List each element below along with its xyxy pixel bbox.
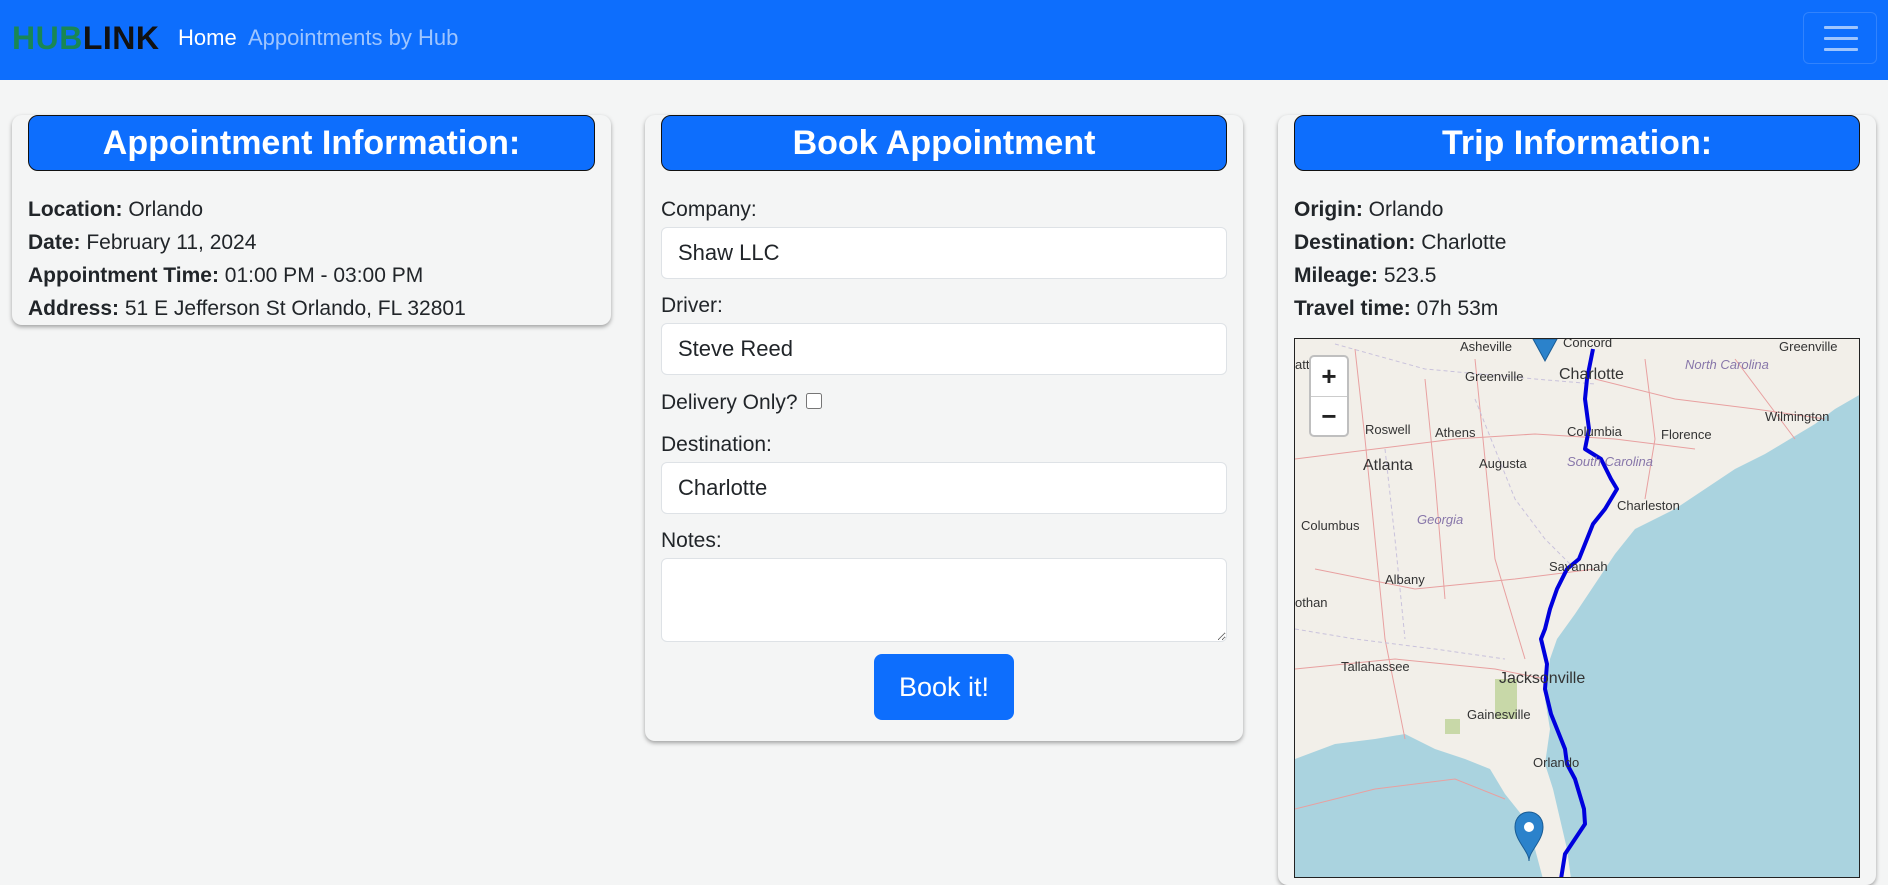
label-south-carolina: South Carolina xyxy=(1567,454,1653,469)
label-charlotte: Charlotte xyxy=(1559,366,1624,383)
label-greenville-nc: Greenville xyxy=(1779,339,1838,354)
notes-textarea[interactable] xyxy=(661,558,1227,642)
trip-destination: Destination: Charlotte xyxy=(1294,231,1506,255)
label-albany: Albany xyxy=(1385,572,1425,587)
trip-origin: Origin: Orlando xyxy=(1294,198,1443,222)
notes-label: Notes: xyxy=(661,529,722,552)
appointment-address: Address: 51 E Jefferson St Orlando, FL 3… xyxy=(28,297,466,321)
label-jacksonville: Jacksonville xyxy=(1499,670,1585,687)
company-input[interactable] xyxy=(661,227,1227,279)
appointment-date: Date: February 11, 2024 xyxy=(28,231,256,255)
brand-link: LINK xyxy=(82,20,160,56)
route-map[interactable]: Asheville Concord Greenville Greenville … xyxy=(1294,338,1860,878)
address-value: 51 E Jefferson St Orlando, FL 32801 xyxy=(124,297,466,320)
label-augusta: Augusta xyxy=(1479,456,1527,471)
book-it-button[interactable]: Book it! xyxy=(874,654,1014,720)
label-georgia: Georgia xyxy=(1417,512,1463,527)
label-gainesville: Gainesville xyxy=(1467,707,1531,722)
label-orlando: Orlando xyxy=(1533,755,1579,770)
navbar-toggler-button[interactable] xyxy=(1803,12,1877,64)
navbar: HUBLINK Home Appointments by Hub xyxy=(0,0,1888,80)
label-dothan: othan xyxy=(1295,595,1328,610)
date-label: Date: xyxy=(28,231,81,254)
time-label: Appointment Time: xyxy=(28,264,219,287)
location-label: Location: xyxy=(28,198,123,221)
forest-area-small xyxy=(1445,719,1460,734)
origin-value: Orlando xyxy=(1368,198,1444,221)
label-athens: Athens xyxy=(1435,425,1476,440)
zoom-out-button[interactable]: − xyxy=(1311,397,1347,436)
delivery-only-label: Delivery Only? xyxy=(661,391,798,414)
address-label: Address: xyxy=(28,297,120,320)
destination-input[interactable] xyxy=(661,462,1227,514)
label-charleston: Charleston xyxy=(1617,498,1680,513)
appointment-info-card: Appointment Information: Location: Orlan… xyxy=(12,115,611,325)
nav-home-link[interactable]: Home xyxy=(178,25,237,51)
driver-label: Driver: xyxy=(661,294,723,317)
label-roswell: Roswell xyxy=(1365,422,1411,437)
book-appointment-card: Book Appointment Company: Driver: Delive… xyxy=(645,115,1243,741)
trip-info-title: Trip Information: xyxy=(1294,115,1860,171)
mileage-label: Mileage: xyxy=(1294,264,1379,287)
trip-destination-label: Destination: xyxy=(1294,231,1416,254)
company-label: Company: xyxy=(661,198,757,221)
trip-destination-value: Charlotte xyxy=(1421,231,1507,254)
location-value: Orlando xyxy=(128,198,204,221)
label-greenville-sc: Greenville xyxy=(1465,369,1524,384)
brand-hub: HUB xyxy=(12,20,83,56)
destination-label: Destination: xyxy=(661,433,772,456)
label-concord: Concord xyxy=(1563,339,1612,350)
delivery-only-checkbox[interactable] xyxy=(806,393,822,409)
label-columbia: Columbia xyxy=(1567,424,1623,439)
label-atlanta: Atlanta xyxy=(1363,457,1413,474)
trip-info-card: Trip Information: Origin: Orlando Destin… xyxy=(1278,115,1876,885)
travel-time-value: 07h 53m xyxy=(1416,297,1499,320)
appointment-time: Appointment Time: 01:00 PM - 03:00 PM xyxy=(28,264,423,288)
origin-label: Origin: xyxy=(1294,198,1363,221)
label-florence: Florence xyxy=(1661,427,1712,442)
mileage-value: 523.5 xyxy=(1383,264,1437,287)
map-zoom-controls: + − xyxy=(1309,355,1349,437)
trip-mileage: Mileage: 523.5 xyxy=(1294,264,1436,288)
zoom-in-button[interactable]: + xyxy=(1311,357,1347,397)
book-appointment-title: Book Appointment xyxy=(661,115,1227,171)
appointment-location: Location: Orlando xyxy=(28,198,203,222)
brand-logo[interactable]: HUBLINK xyxy=(12,20,159,57)
label-columbus: Columbus xyxy=(1301,518,1360,533)
label-asheville: Asheville xyxy=(1460,339,1512,354)
date-value: February 11, 2024 xyxy=(86,231,257,254)
time-value: 01:00 PM - 03:00 PM xyxy=(224,264,424,287)
trip-travel-time: Travel time: 07h 53m xyxy=(1294,297,1498,321)
label-north-carolina: North Carolina xyxy=(1685,357,1769,372)
label-wilmington: Wilmington xyxy=(1765,409,1829,424)
driver-input[interactable] xyxy=(661,323,1227,375)
map-tiles[interactable]: Asheville Concord Greenville Greenville … xyxy=(1295,339,1860,878)
travel-time-label: Travel time: xyxy=(1294,297,1411,320)
label-tallahassee: Tallahassee xyxy=(1341,659,1410,674)
label-savannah: Savannah xyxy=(1549,559,1608,574)
appointment-info-title: Appointment Information: xyxy=(28,115,595,171)
nav-appointments-by-hub-link[interactable]: Appointments by Hub xyxy=(248,25,458,51)
